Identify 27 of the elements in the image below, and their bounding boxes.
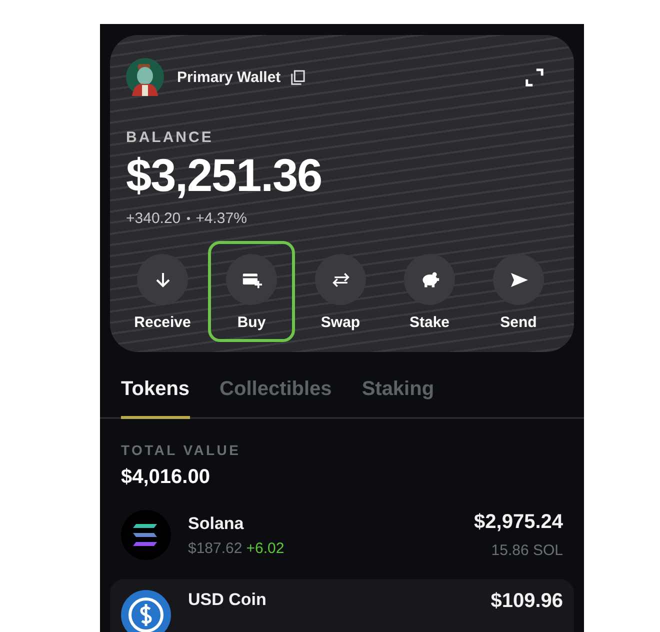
- token-name: USD Coin: [188, 590, 268, 610]
- action-button[interactable]: Swap: [297, 241, 384, 342]
- token-row[interactable]: Solana $187.62 +6.02 $2,975.24 15.86 SOL: [110, 499, 574, 571]
- tab[interactable]: Tokens: [121, 366, 190, 419]
- token-value: $2,975.24: [474, 511, 563, 534]
- balance-label: BALANCE: [126, 129, 214, 146]
- wallet-name: Primary Wallet: [177, 68, 281, 86]
- token-amount: 15.86 SOL: [491, 542, 563, 559]
- token-name: Solana: [188, 514, 245, 534]
- token-value: $109.96: [490, 590, 563, 613]
- expand-icon[interactable]: [525, 68, 544, 86]
- copy-icon[interactable]: [290, 70, 305, 84]
- dollar-coin-icon: [121, 590, 171, 632]
- separator-dot: [186, 217, 190, 220]
- action-button[interactable]: Buy: [208, 241, 295, 342]
- token-row[interactable]: USD Coin $109.96: [110, 579, 574, 632]
- token-price: $187.62: [188, 540, 242, 556]
- solana-logo-icon: [121, 510, 171, 560]
- balance-amount: $3,251.36: [126, 152, 323, 198]
- total-value: $4,016.00: [121, 466, 211, 489]
- action-button[interactable]: Send: [475, 241, 562, 342]
- action-button[interactable]: Stake: [386, 241, 473, 342]
- token-change: +6.02: [246, 540, 284, 556]
- action-button[interactable]: Receive: [119, 241, 206, 342]
- total-label: TOTAL VALUE: [121, 442, 242, 458]
- balance-change: +340.20: [126, 210, 181, 227]
- balance-percent: +4.37%: [196, 210, 247, 227]
